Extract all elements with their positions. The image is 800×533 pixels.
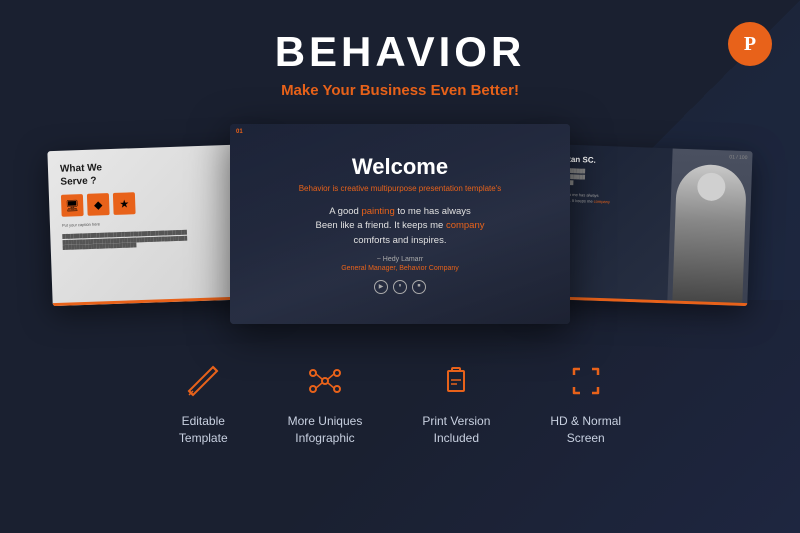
subtitle-highlight: Better! bbox=[471, 82, 519, 99]
slide-center-quote: A good painting to me has always Been li… bbox=[316, 205, 485, 248]
slide-center-author: ~ Hedy Lamarr bbox=[377, 256, 424, 263]
features-row: EditableTemplate More UniquesInfographic bbox=[0, 359, 800, 447]
icon-box-2: ◆ bbox=[87, 193, 110, 216]
subtitle-plain: Make Your Business Even bbox=[281, 82, 471, 99]
slide-tagline-plain: is creative multipurpose presentation te… bbox=[333, 184, 502, 193]
editable-icon bbox=[181, 359, 225, 403]
slide-center-company: General Manager, Behavior Company bbox=[341, 265, 459, 272]
slide-tagline-brand: Behavior bbox=[299, 184, 331, 193]
icon-box-1: 🖥 bbox=[61, 194, 84, 217]
quote-word2: company bbox=[446, 220, 485, 231]
feature-infographic: More UniquesInfographic bbox=[288, 359, 363, 447]
screen-icon bbox=[564, 359, 608, 403]
slide-center-tagline: Behavior is creative multipurpose presen… bbox=[299, 184, 502, 193]
print-label: Print VersionIncluded bbox=[422, 413, 490, 447]
pause-button: ⏸ bbox=[393, 280, 407, 294]
nodes-icon bbox=[307, 363, 343, 399]
editable-label: EditableTemplate bbox=[179, 413, 228, 447]
feature-print: Print VersionIncluded bbox=[422, 359, 490, 447]
slide-center-heading: Welcome bbox=[352, 154, 448, 180]
feature-editable: EditableTemplate bbox=[179, 359, 228, 447]
slide-right-number: 01 / 100 bbox=[729, 154, 747, 161]
play-button: ▶ bbox=[374, 280, 388, 294]
stop-button: ⏹ bbox=[412, 280, 426, 294]
print-icon bbox=[434, 359, 478, 403]
clipboard-icon bbox=[438, 363, 474, 399]
feature-screen: HD & NormalScreen bbox=[550, 359, 621, 447]
slide-left-heading: What WeServe ? bbox=[60, 155, 257, 188]
infographic-icon bbox=[303, 359, 347, 403]
quote-word1: painting bbox=[361, 206, 394, 217]
pencil-icon bbox=[185, 363, 221, 399]
powerpoint-badge: P bbox=[728, 22, 772, 66]
icon-box-3: ★ bbox=[113, 192, 136, 215]
infographic-label: More UniquesInfographic bbox=[288, 413, 363, 447]
slides-showcase: What WeServe ? 🖥 ◆ ★ Put your caption he… bbox=[0, 119, 800, 329]
header: BEHAVIOR Make Your Business Even Better! bbox=[0, 0, 800, 99]
slide-right-image bbox=[667, 148, 752, 306]
page-title: BEHAVIOR bbox=[0, 28, 800, 76]
slide-center-content: Welcome Behavior is creative multipurpos… bbox=[230, 124, 570, 324]
screen-label: HD & NormalScreen bbox=[550, 413, 621, 447]
ppt-badge-label: P bbox=[744, 33, 756, 56]
page-subtitle: Make Your Business Even Better! bbox=[0, 82, 800, 99]
slide-center: 01 Welcome Behavior is creative multipur… bbox=[230, 124, 570, 324]
fullscreen-icon bbox=[568, 363, 604, 399]
slide-center-controls: ▶ ⏸ ⏹ bbox=[374, 280, 426, 294]
slide-left-icons: 🖥 ◆ ★ bbox=[61, 187, 258, 216]
